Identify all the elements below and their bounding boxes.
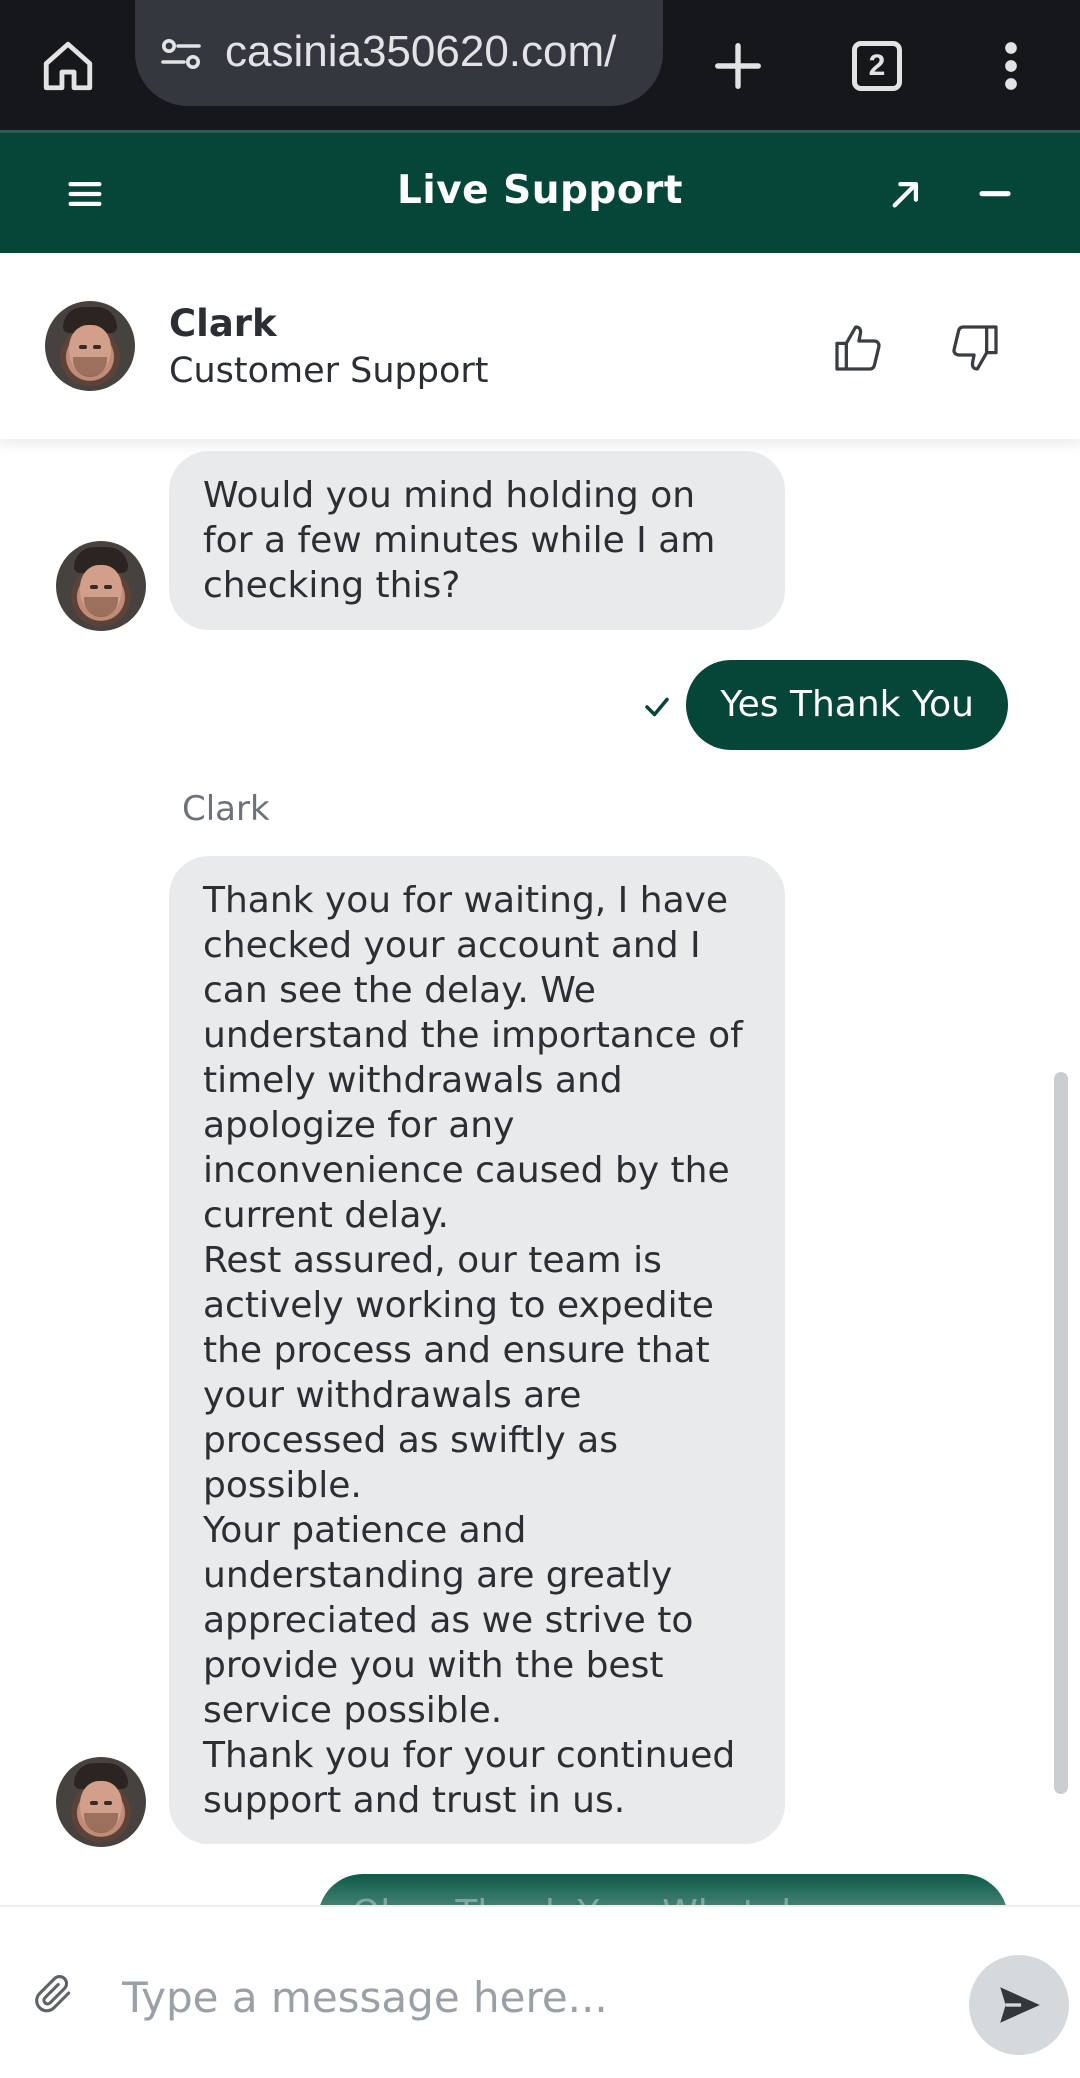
new-tab-icon[interactable] bbox=[690, 18, 786, 114]
agent-name: Clark bbox=[169, 302, 277, 345]
url-text[interactable]: casinia350620.com/ bbox=[225, 22, 645, 82]
agent-card: Clark Customer Support bbox=[0, 253, 1080, 439]
agent-avatar bbox=[56, 541, 146, 631]
popout-icon[interactable] bbox=[871, 159, 941, 229]
minimize-icon[interactable] bbox=[960, 159, 1030, 229]
more-menu-icon[interactable] bbox=[963, 18, 1059, 114]
send-icon bbox=[1000, 1987, 1040, 2023]
user-message-partial: Okay Thank You, What do bbox=[318, 1874, 1008, 1905]
agent-avatar bbox=[56, 1757, 146, 1847]
browser-toolbar: casinia350620.com/ 2 bbox=[0, 0, 1080, 130]
tab-switcher-icon[interactable]: 2 bbox=[829, 18, 925, 114]
site-settings-icon[interactable] bbox=[157, 30, 205, 78]
home-icon[interactable] bbox=[20, 18, 116, 114]
agent-avatar bbox=[45, 301, 135, 391]
user-message: Yes Thank You bbox=[686, 660, 1008, 750]
agent-role: Customer Support bbox=[169, 351, 489, 391]
partial-message-text: Okay Thank You, What do bbox=[318, 1874, 1008, 1905]
send-button[interactable] bbox=[969, 1955, 1069, 2055]
message-composer bbox=[0, 1905, 1080, 2078]
thumbs-down-icon[interactable] bbox=[940, 313, 1010, 383]
paperclip-icon[interactable] bbox=[22, 1962, 86, 2026]
chat-scrollbar[interactable] bbox=[1054, 1072, 1068, 1794]
sender-name: Clark bbox=[182, 789, 270, 829]
message-input[interactable] bbox=[120, 1959, 920, 2035]
chat-header: Live Support bbox=[0, 130, 1080, 253]
sent-check-icon bbox=[645, 697, 669, 717]
tab-count: 2 bbox=[852, 41, 902, 91]
agent-message: Thank you for waiting, I have checked yo… bbox=[169, 856, 785, 1844]
agent-message: Would you mind holding on for a few minu… bbox=[169, 451, 785, 630]
thumbs-up-icon[interactable] bbox=[823, 313, 893, 383]
message-list[interactable]: Would you mind holding on for a few minu… bbox=[0, 439, 1080, 1905]
address-bar[interactable]: casinia350620.com/ bbox=[135, 0, 663, 106]
